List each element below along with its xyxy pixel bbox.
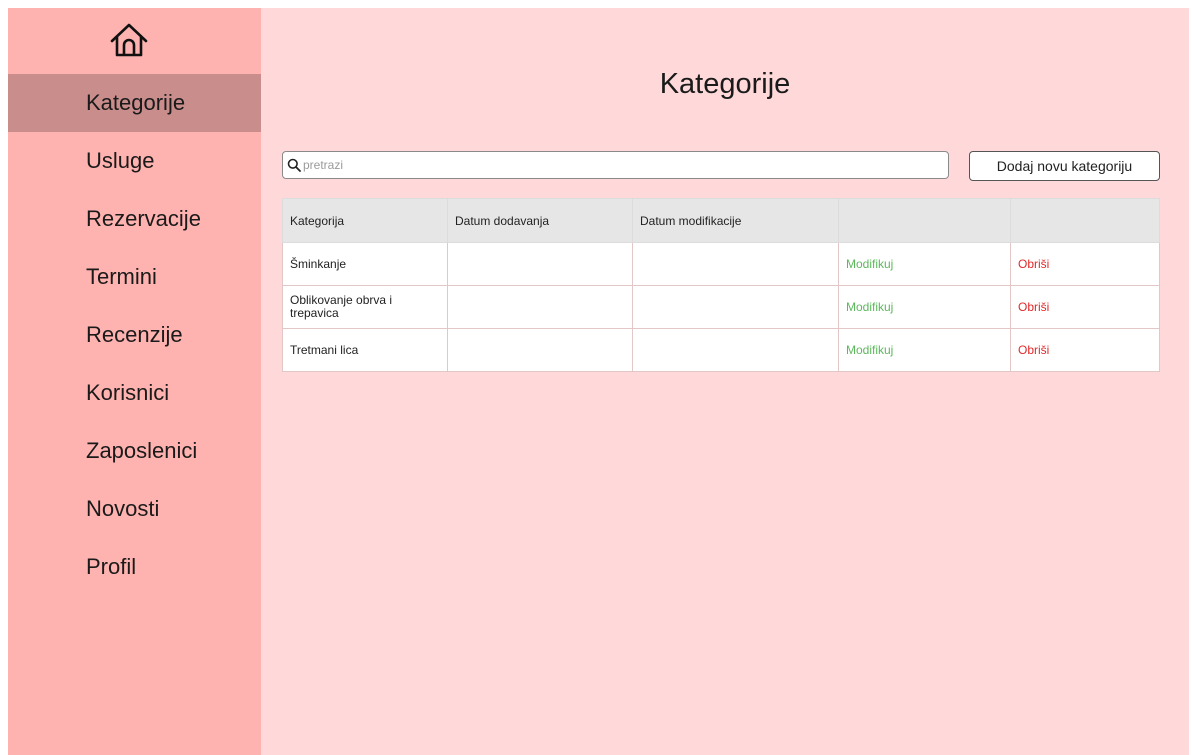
table-row: Oblikovanje obrva i trepavica Modifikuj …	[282, 285, 1160, 329]
category-name-cell: Oblikovanje obrva i trepavica	[282, 285, 448, 329]
edit-cell: Modifikuj	[838, 285, 1011, 329]
sidebar-item-profil[interactable]: Profil	[8, 538, 261, 596]
delete-link[interactable]: Obriši	[1018, 343, 1049, 357]
page-title: Kategorije	[659, 68, 791, 100]
date-added-cell	[447, 242, 633, 286]
category-name-cell: Šminkanje	[282, 242, 448, 286]
delete-cell: Obriši	[1010, 328, 1160, 372]
sidebar-item-recenzije[interactable]: Recenzije	[8, 306, 261, 364]
delete-cell: Obriši	[1010, 285, 1160, 329]
sidebar-item-korisnici[interactable]: Korisnici	[8, 364, 261, 422]
search-input[interactable]	[303, 158, 923, 172]
date-added-cell	[447, 285, 633, 329]
sidebar: Kategorije Usluge Rezervacije Termini Re…	[8, 8, 261, 755]
search-box[interactable]	[282, 151, 949, 179]
sidebar-item-usluge[interactable]: Usluge	[8, 132, 261, 190]
date-modified-cell	[632, 242, 839, 286]
sidebar-item-zaposlenici[interactable]: Zaposlenici	[8, 422, 261, 480]
category-name-cell: Tretmani lica	[282, 328, 448, 372]
sidebar-item-novosti[interactable]: Novosti	[8, 480, 261, 538]
sidebar-item-kategorije[interactable]: Kategorije	[8, 74, 261, 132]
home-icon	[110, 23, 148, 57]
main-content: Kategorije Dodaj novu kategoriju Kategor…	[261, 8, 1189, 755]
app-frame: Kategorije Usluge Rezervacije Termini Re…	[8, 8, 1189, 755]
column-header-datum-modifikacije: Datum modifikacije	[632, 198, 839, 243]
date-modified-cell	[632, 285, 839, 329]
edit-cell: Modifikuj	[838, 328, 1011, 372]
categories-table: Kategorija Datum dodavanja Datum modifik…	[282, 198, 1160, 372]
edit-cell: Modifikuj	[838, 242, 1011, 286]
column-header-datum-dodavanja: Datum dodavanja	[447, 198, 633, 243]
date-modified-cell	[632, 328, 839, 372]
sidebar-item-rezervacije[interactable]: Rezervacije	[8, 190, 261, 248]
edit-link[interactable]: Modifikuj	[846, 343, 893, 357]
table-row: Tretmani lica Modifikuj Obriši	[282, 328, 1160, 372]
delete-link[interactable]: Obriši	[1018, 257, 1049, 271]
add-category-button[interactable]: Dodaj novu kategoriju	[969, 151, 1160, 181]
sidebar-item-termini[interactable]: Termini	[8, 248, 261, 306]
edit-link[interactable]: Modifikuj	[846, 257, 893, 271]
delete-cell: Obriši	[1010, 242, 1160, 286]
column-header-kategorija: Kategorija	[282, 198, 448, 243]
table-row: Šminkanje Modifikuj Obriši	[282, 242, 1160, 286]
edit-link[interactable]: Modifikuj	[846, 300, 893, 314]
sidebar-nav: Kategorije Usluge Rezervacije Termini Re…	[8, 74, 261, 596]
column-header-edit	[838, 198, 1011, 243]
home-button[interactable]	[107, 18, 151, 62]
delete-link[interactable]: Obriši	[1018, 300, 1049, 314]
table-header-row: Kategorija Datum dodavanja Datum modifik…	[282, 198, 1160, 243]
search-icon	[287, 158, 301, 172]
column-header-delete	[1010, 198, 1160, 243]
date-added-cell	[447, 328, 633, 372]
